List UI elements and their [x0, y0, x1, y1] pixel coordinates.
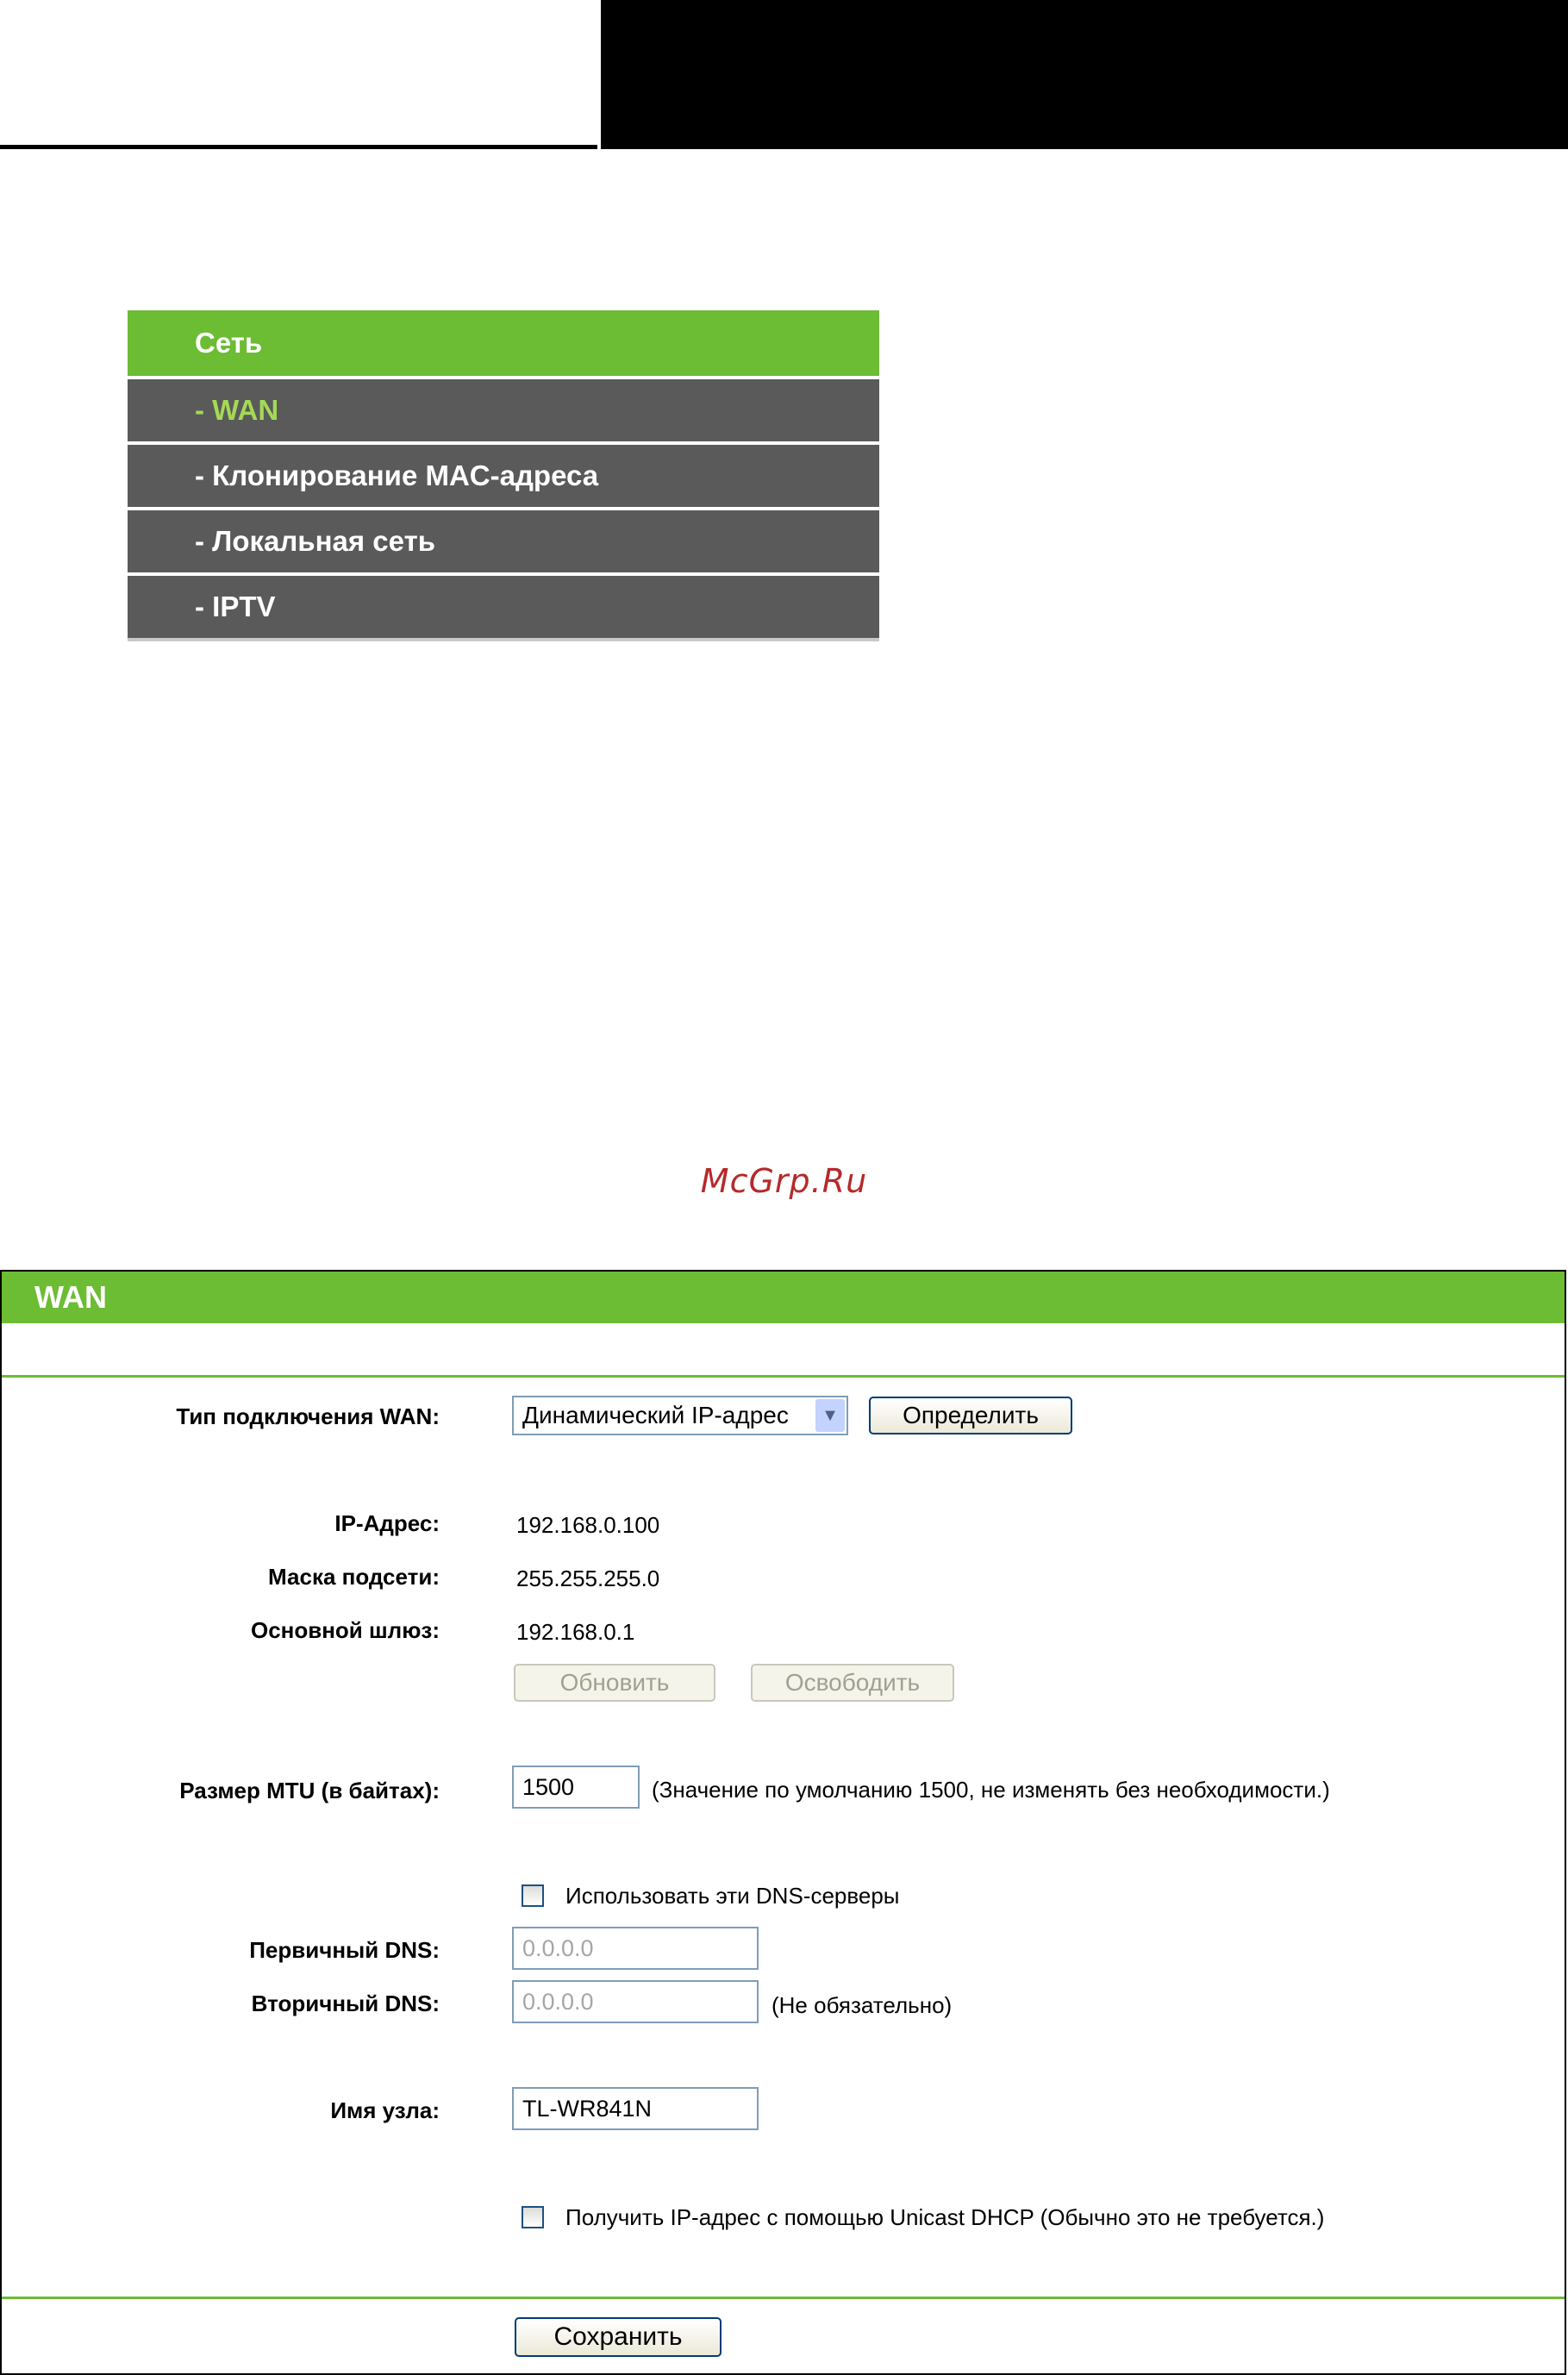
gateway-label: Основной шлюз: [250, 1617, 440, 1643]
mtu-note: (Значение по умолчанию 1500, не изменять… [652, 1777, 1330, 1803]
menu-bottom-edge [128, 638, 879, 641]
release-button[interactable]: Освободить [751, 1664, 954, 1702]
menu-item-wan[interactable]: - WAN [128, 379, 879, 441]
ip-address-value: 192.168.0.100 [516, 1512, 660, 1538]
gateway-value: 192.168.0.1 [516, 1619, 635, 1645]
header-left-panel [0, 0, 597, 149]
unicast-dhcp-label: Получить IP-адрес с помощью Unicast DHCP… [565, 2204, 1325, 2230]
unicast-dhcp-checkbox[interactable] [522, 2206, 544, 2228]
mtu-input[interactable]: 1500 [512, 1766, 640, 1809]
renew-button[interactable]: Обновить [514, 1664, 715, 1702]
use-dns-label: Использовать эти DNS-серверы [565, 1883, 900, 1909]
subnet-mask-label: Маска подсети: [268, 1564, 440, 1590]
save-button[interactable]: Сохранить [515, 2317, 722, 2357]
secondary-dns-input[interactable]: 0.0.0.0 [512, 1980, 759, 2023]
watermark: McGrp.Ru [700, 1162, 868, 1200]
header-right-panel [601, 0, 1568, 149]
menu-header-network[interactable]: Сеть [128, 310, 879, 376]
wan-settings-panel: WAN Тип подключения WAN: Динамический IP… [0, 1270, 1566, 2375]
ip-address-label: IP-Адрес: [334, 1510, 440, 1536]
hostname-label: Имя узла: [330, 2097, 440, 2123]
chevron-down-icon[interactable]: ▼ [815, 1399, 845, 1432]
use-dns-checkbox[interactable] [522, 1884, 544, 1907]
menu-item-mac-clone[interactable]: - Клонирование MAC-адреса [128, 445, 879, 507]
secondary-dns-label: Вторичный DNS: [251, 1991, 440, 2016]
secondary-dns-note: (Не обязательно) [772, 1992, 953, 2018]
bottom-divider [2, 2297, 1565, 2299]
hostname-input[interactable]: TL-WR841N [512, 2087, 759, 2130]
menu-item-iptv[interactable]: - IPTV [128, 576, 879, 638]
subnet-mask-value: 255.255.255.0 [516, 1566, 660, 1591]
wan-type-select[interactable]: Динамический IP-адрес ▼ [512, 1396, 848, 1435]
menu-item-lan[interactable]: - Локальная сеть [128, 510, 879, 572]
primary-dns-label: Первичный DNS: [249, 1937, 440, 1963]
wan-type-label: Тип подключения WAN: [176, 1403, 440, 1429]
network-menu: Сеть - WAN - Клонирование MAC-адреса - Л… [128, 310, 879, 641]
top-divider [2, 1375, 1565, 1378]
detect-button[interactable]: Определить [869, 1397, 1072, 1434]
mtu-label: Размер MTU (в байтах): [179, 1778, 440, 1803]
primary-dns-input[interactable]: 0.0.0.0 [512, 1927, 759, 1970]
panel-title: WAN [2, 1272, 1565, 1323]
wan-type-value: Динамический IP-адрес [522, 1402, 789, 1428]
